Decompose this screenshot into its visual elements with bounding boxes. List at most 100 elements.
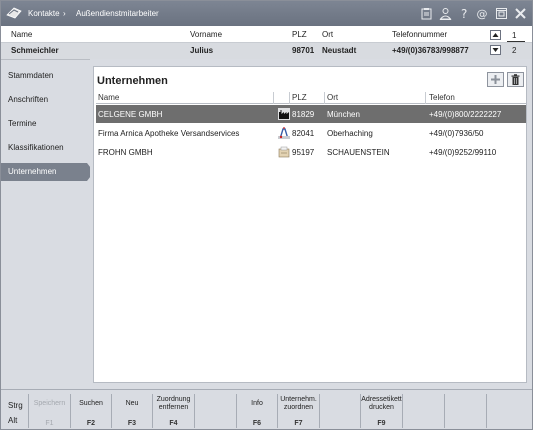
- row-plz: 82041: [292, 129, 315, 138]
- page-current: 1: [512, 31, 517, 40]
- breadcrumb-separator: ›: [63, 9, 66, 18]
- row-telefon: +49/(0)7936/50: [429, 129, 484, 138]
- record-name: Schmeichler: [11, 46, 59, 55]
- row-plz: 95197: [292, 148, 315, 157]
- email-icon[interactable]: @: [476, 7, 489, 21]
- function-key-bar: Strg Alt Speichern F1 Suchen F2 Neu F3 Z…: [1, 389, 532, 429]
- sidebar-item-termine[interactable]: Termine: [1, 115, 90, 133]
- f7-code: F7: [294, 420, 303, 427]
- f6-code: F6: [252, 420, 262, 427]
- record-ort: Neustadt: [322, 46, 357, 55]
- row-plz: 81829: [292, 110, 315, 119]
- table-row[interactable]: FROHN GMBH 95197 SCHAUENSTEIN +49/(0)925…: [96, 143, 526, 161]
- add-button[interactable]: [487, 72, 504, 87]
- page-total: 2: [512, 46, 517, 55]
- row-ort: SCHAUENSTEIN: [327, 148, 390, 157]
- grid-col-separator[interactable]: [324, 92, 325, 104]
- f4-code: F4: [169, 420, 178, 427]
- record-vorname: Julius: [190, 46, 214, 55]
- arrow-up-icon: [492, 33, 499, 37]
- modifier-keys: Strg Alt: [1, 390, 28, 429]
- f7-assign-company-button[interactable]: Unternehm. zuordnen F7: [277, 394, 319, 428]
- delete-button[interactable]: [507, 72, 524, 87]
- panel-title: Unternehmen: [97, 75, 168, 87]
- window-icon[interactable]: [495, 7, 508, 20]
- grid-col-ort[interactable]: Ort: [327, 93, 338, 102]
- row-telefon: +49/(0)9252/99110: [429, 148, 497, 157]
- page-divider: [507, 41, 525, 42]
- sidebar-item-klassifikationen[interactable]: Klassifikationen: [1, 139, 90, 157]
- header-columns: Name Vorname PLZ Ort Telefonnummer: [1, 26, 532, 42]
- grid-col-separator[interactable]: [289, 92, 290, 104]
- factory-icon: [278, 108, 290, 120]
- pharmacy-icon: [278, 127, 290, 139]
- col-header-vorname: Vorname: [190, 30, 223, 39]
- f5-empty-button[interactable]: [194, 394, 236, 428]
- wholesaler-icon: [278, 146, 290, 158]
- title-bar: Kontakte › Außendienstmitarbeiter ? @: [1, 1, 532, 26]
- grid-col-name[interactable]: Name: [98, 93, 119, 102]
- f1-code: F1: [45, 420, 54, 427]
- sidebar-item-stammdaten[interactable]: Stammdaten: [1, 67, 90, 85]
- app-window: Kontakte › Außendienstmitarbeiter ? @ Na…: [0, 0, 533, 430]
- breadcrumb-kontakte[interactable]: Kontakte: [28, 9, 60, 18]
- scroll-down-button[interactable]: [490, 45, 501, 55]
- grid-col-plz[interactable]: PLZ: [292, 93, 307, 102]
- scroll-up-button[interactable]: [490, 30, 501, 40]
- record-plz: 98701: [292, 46, 315, 55]
- breadcrumb-current: Außendienstmitarbeiter: [76, 9, 159, 18]
- unternehmen-panel: Unternehmen Name PLZ Ort Telefon CELGENE…: [93, 66, 527, 383]
- close-icon[interactable]: [514, 7, 527, 20]
- f8-empty-button[interactable]: [319, 394, 360, 428]
- grid-col-separator[interactable]: [273, 92, 274, 104]
- row-ort: München: [327, 110, 360, 119]
- grid-col-telefon[interactable]: Telefon: [429, 93, 455, 102]
- f6-label: Info: [251, 400, 263, 407]
- svg-text:?: ?: [461, 7, 467, 20]
- sidebar-item-unternehmen[interactable]: Unternehmen: [1, 163, 94, 181]
- row-name: CELGENE GMBH: [98, 110, 163, 119]
- f3-new-button[interactable]: Neu F3: [111, 394, 152, 428]
- arrow-down-icon: [492, 48, 499, 52]
- app-logo-icon: [6, 7, 22, 19]
- col-header-telefon: Telefonnummer: [392, 30, 448, 39]
- user-info-icon[interactable]: [439, 7, 452, 20]
- grid-header: Name PLZ Ort Telefon: [96, 92, 526, 104]
- row-telefon: +49/(0)800/2222227: [429, 110, 502, 119]
- sidebar-item-anschriften[interactable]: Anschriften: [1, 91, 90, 109]
- f12-empty-button[interactable]: [486, 394, 532, 428]
- clipboard-icon[interactable]: [420, 7, 433, 20]
- f1-label: Speichern: [33, 400, 66, 407]
- table-row[interactable]: Firma Arnica Apotheke Versandservices 82…: [96, 124, 526, 142]
- col-header-ort: Ort: [322, 30, 334, 39]
- f9-code: F9: [377, 420, 386, 427]
- main-area: Unternehmen Name PLZ Ort Telefon CELGENE…: [90, 59, 532, 389]
- header-record-row[interactable]: Schmeichler Julius 98701 Neustadt +49/(0…: [1, 42, 532, 59]
- table-row[interactable]: CELGENE GMBH 81829 München +49/(0)800/22…: [96, 105, 526, 123]
- f11-empty-button[interactable]: [444, 394, 486, 428]
- f9-print-label-button[interactable]: Adressetikett drucken F9: [360, 394, 402, 428]
- trash-icon: [511, 74, 520, 85]
- f2-search-button[interactable]: Suchen F2: [70, 394, 111, 428]
- help-icon[interactable]: ?: [458, 7, 471, 20]
- col-header-plz: PLZ: [292, 30, 307, 39]
- f7-label: Unternehm. zuordnen: [280, 396, 317, 411]
- f1-save-button[interactable]: Speichern F1: [28, 394, 70, 428]
- row-ort: Oberhaching: [327, 129, 373, 138]
- grid-col-separator[interactable]: [425, 92, 426, 104]
- sidebar: Stammdaten Anschriften Termine Klassifik…: [1, 59, 94, 389]
- row-name: FROHN GMBH: [98, 148, 153, 157]
- f9-label: Adressetikett drucken: [361, 396, 402, 411]
- f4-remove-assignment-button[interactable]: Zuordnung entfernen F4: [152, 394, 194, 428]
- row-name: Firma Arnica Apotheke Versandservices: [98, 129, 240, 138]
- f6-info-button[interactable]: Info F6: [236, 394, 277, 428]
- f3-label: Neu: [125, 400, 139, 407]
- f4-label: Zuordnung entfernen: [156, 396, 191, 411]
- modifier-alt[interactable]: Alt: [8, 416, 17, 425]
- f2-code: F2: [86, 420, 96, 427]
- col-header-name: Name: [11, 30, 33, 39]
- record-telefon: +49/(0)36783/998877: [392, 46, 469, 55]
- f10-empty-button[interactable]: [402, 394, 444, 428]
- plus-icon: [491, 75, 500, 84]
- modifier-strg[interactable]: Strg: [8, 401, 23, 410]
